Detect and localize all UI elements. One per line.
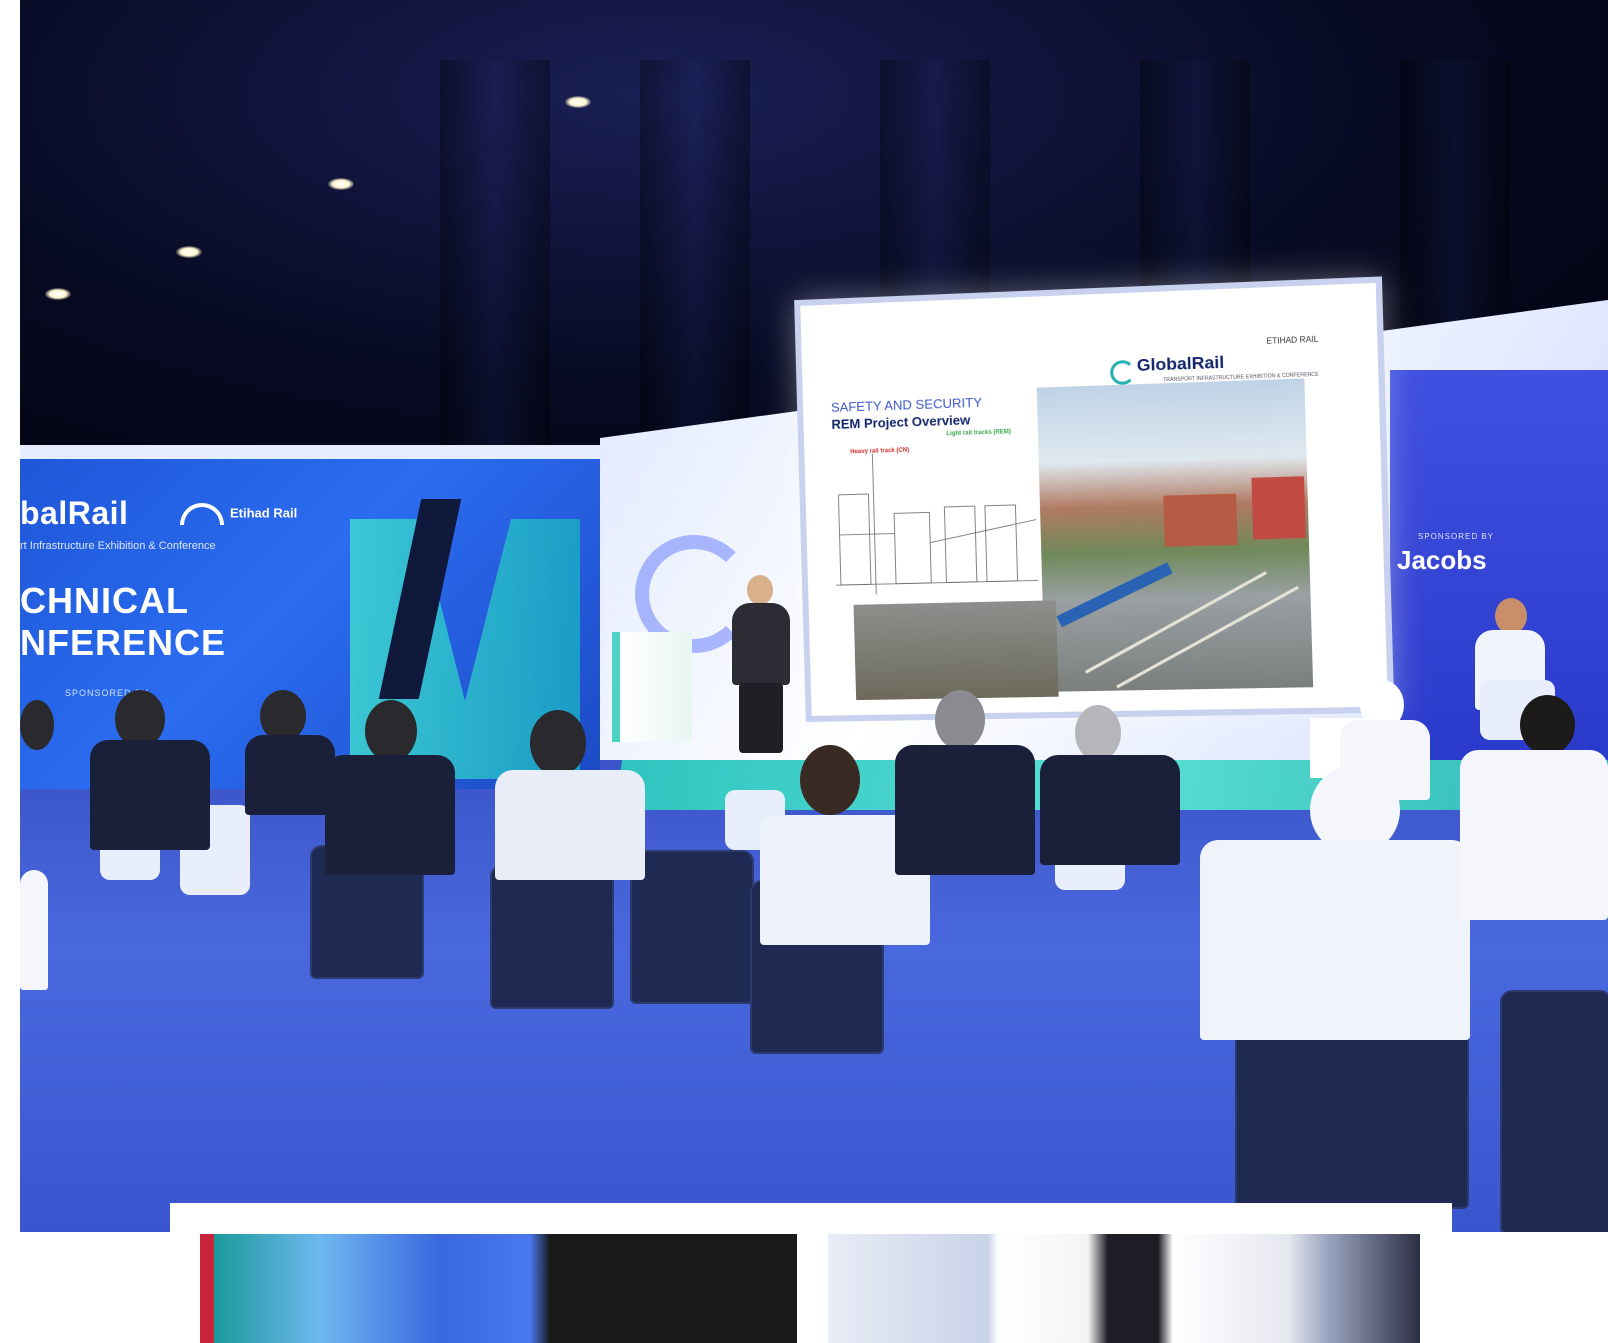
building bbox=[1163, 494, 1237, 547]
screen-brand: GlobalRail bbox=[1137, 352, 1225, 376]
sponsor-logo: Jacobs bbox=[1397, 545, 1487, 576]
audience-head bbox=[800, 745, 860, 815]
podium bbox=[612, 632, 692, 742]
wall-partner: Etihad Rail bbox=[180, 503, 297, 525]
label-light-rail: Light rail tracks (REM) bbox=[946, 429, 1011, 437]
wall-headline-1: CHNICAL bbox=[20, 580, 189, 622]
rail-yard-photo bbox=[854, 600, 1059, 700]
screen-partner: ETIHAD RAIL bbox=[1266, 335, 1318, 346]
audience-body bbox=[1460, 750, 1608, 920]
rail-photo bbox=[1037, 378, 1314, 691]
audience-body bbox=[325, 755, 455, 875]
ceiling-light bbox=[565, 96, 591, 108]
audience-body bbox=[1340, 720, 1430, 800]
slide-subtitle: REM Project Overview bbox=[831, 412, 970, 432]
globalrail-logo-icon bbox=[1110, 360, 1135, 385]
curtain bbox=[640, 60, 750, 480]
presenter-head bbox=[747, 575, 773, 605]
audience-body bbox=[1200, 840, 1470, 1040]
sponsor-caption: SPONSORED BY bbox=[1418, 532, 1494, 541]
projection-screen: GlobalRail TRANSPORT INFRASTRUCTURE EXHI… bbox=[794, 276, 1394, 722]
wall-subtitle: rt Infrastructure Exhibition & Conferenc… bbox=[20, 540, 216, 552]
presenter-body bbox=[732, 603, 790, 685]
gallery-thumbnail[interactable] bbox=[200, 1234, 797, 1343]
ceiling-light bbox=[176, 246, 202, 258]
wall-partner-label: Etihad Rail bbox=[230, 505, 297, 520]
audience-chair bbox=[630, 850, 754, 1004]
audience-body bbox=[1040, 755, 1180, 865]
ceiling-light bbox=[328, 178, 354, 190]
audience-head bbox=[20, 700, 54, 750]
ceiling-light bbox=[45, 288, 71, 300]
audience-chair bbox=[1500, 990, 1608, 1232]
etihad-logo-icon bbox=[180, 503, 224, 525]
rail-track bbox=[1085, 571, 1267, 673]
audience-head bbox=[935, 690, 985, 750]
train bbox=[1056, 562, 1172, 627]
audience-body bbox=[20, 870, 48, 990]
gallery-thumbnail[interactable] bbox=[828, 1234, 1420, 1343]
audience-body bbox=[90, 740, 210, 850]
audience-body bbox=[895, 745, 1035, 875]
audience-head bbox=[1520, 695, 1575, 755]
panelist-head bbox=[1495, 598, 1527, 634]
audience-chair bbox=[490, 865, 614, 1009]
wall-brand: balRail bbox=[20, 495, 128, 532]
audience-body bbox=[245, 735, 335, 815]
curtain bbox=[440, 60, 550, 480]
cross-section-drawing bbox=[832, 449, 1038, 606]
audience-head bbox=[1075, 705, 1121, 761]
wall-headline-2: NFERENCE bbox=[20, 622, 226, 664]
audience-body bbox=[495, 770, 645, 880]
audience-head bbox=[365, 700, 417, 762]
audience-head bbox=[530, 710, 586, 776]
building bbox=[1251, 476, 1305, 539]
presenter-legs bbox=[739, 683, 783, 753]
conference-photo: balRail rt Infrastructure Exhibition & C… bbox=[20, 0, 1608, 1232]
